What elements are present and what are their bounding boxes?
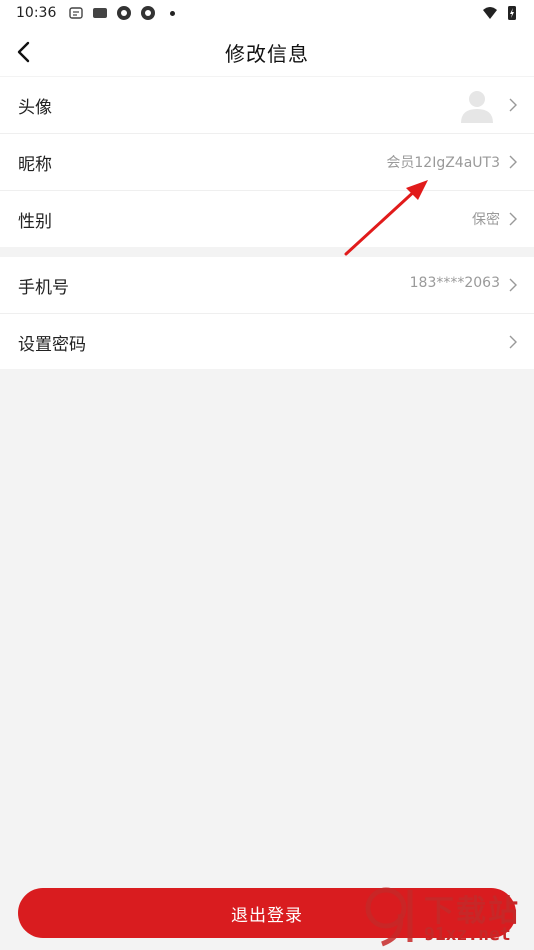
gender-value: 保密 [472, 212, 500, 228]
profile-group: 头像 昵称 会员12IgZ4aUT3 性别 保密 [0, 77, 534, 247]
battery-icon [508, 6, 516, 20]
aperture-notification-icon [117, 6, 131, 20]
nav-bar: 修改信息 [0, 28, 534, 76]
app-notification-icon [69, 7, 83, 19]
gender-label: 性别 [18, 212, 52, 232]
nickname-value: 会员12IgZ4aUT3 [386, 155, 500, 171]
status-time: 10:36 [16, 5, 57, 21]
nickname-row[interactable]: 昵称 会员12IgZ4aUT3 [0, 134, 534, 191]
logout-button[interactable]: 退出登录 [18, 888, 516, 938]
system-icons [482, 5, 520, 21]
chevron-right-icon [509, 335, 517, 349]
more-notifications-dot [170, 10, 175, 16]
phone-label: 手机号 [18, 278, 69, 298]
wifi-icon [483, 7, 497, 19]
gender-row[interactable]: 性别 保密 [0, 191, 534, 247]
nickname-label: 昵称 [18, 155, 52, 175]
chevron-right-icon [509, 98, 517, 112]
chevron-right-icon [509, 278, 517, 292]
page-title: 修改信息 [225, 42, 309, 66]
avatar-row[interactable]: 头像 [0, 77, 534, 134]
message-notification-icon [93, 8, 107, 18]
aperture-notification-icon-2 [141, 6, 155, 20]
chevron-right-icon [509, 155, 517, 169]
avatar [461, 91, 493, 123]
account-group: 手机号 183****2063 设置密码 [0, 257, 534, 369]
notification-icons [68, 5, 175, 21]
set-password-label: 设置密码 [18, 335, 86, 355]
phone-value: 183****2063 [409, 275, 500, 291]
status-bar: 10:36 [0, 0, 534, 28]
chevron-right-icon [509, 212, 517, 226]
set-password-row[interactable]: 设置密码 [0, 314, 534, 370]
phone-row[interactable]: 手机号 183****2063 [0, 257, 534, 314]
avatar-label: 头像 [18, 98, 52, 118]
